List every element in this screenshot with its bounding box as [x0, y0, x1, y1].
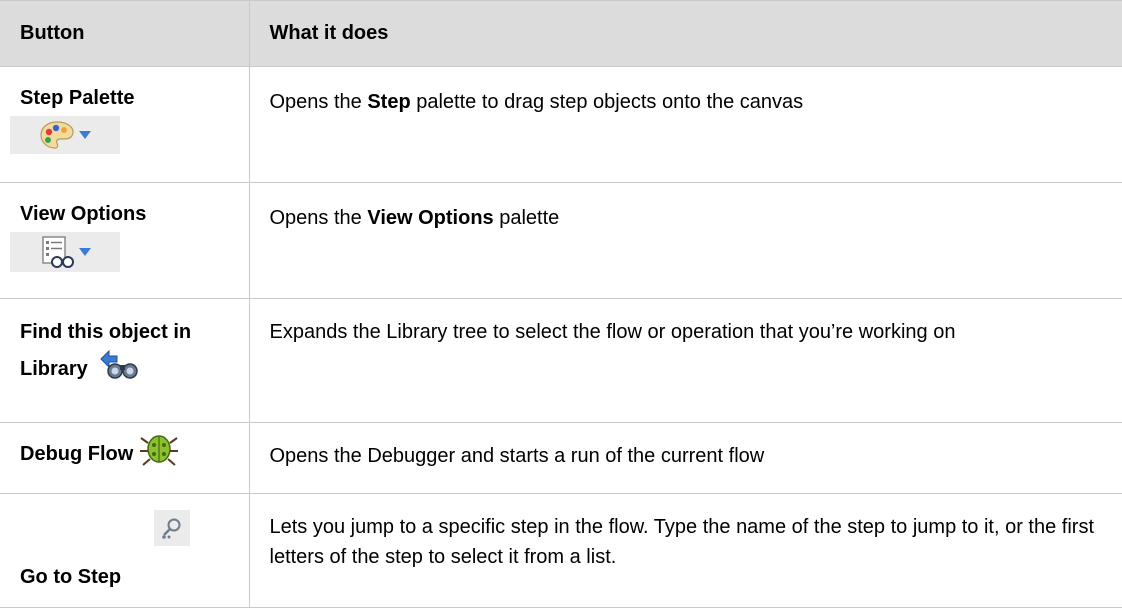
column-header-button: Button — [0, 0, 250, 67]
table-row: View Options Opens the View Options pale… — [0, 182, 1122, 299]
palette-icon — [40, 121, 74, 149]
description-text: Opens the Step palette to drag step obje… — [269, 91, 804, 113]
description-cell: Opens the Debugger and starts a run of t… — [248, 422, 1122, 494]
chevron-down-icon — [79, 248, 91, 256]
button-name: Step Palette — [20, 87, 135, 109]
description-text: Opens the View Options palette — [269, 207, 560, 229]
description-text: Expands the Library tree to select the f… — [269, 321, 956, 343]
view-options-button-image — [10, 232, 120, 272]
button-name: Go to Step — [20, 510, 249, 590]
table-row: Go to Step Lets you jump to a specific s… — [0, 493, 1122, 608]
table-row: Step Palette Opens the Step palette to d… — [0, 66, 1122, 183]
chevron-down-icon — [79, 131, 91, 139]
description-text: Opens the Debugger and starts a run of t… — [269, 445, 765, 467]
button-name: Debug Flow — [20, 429, 249, 467]
button-name: Find this object in Library — [20, 321, 192, 380]
step-palette-button-image — [10, 116, 120, 154]
column-header-what-it-does: What it does — [248, 0, 1122, 67]
debug-bug-icon — [139, 435, 178, 466]
table-row: Find this object in Library Expands the … — [0, 298, 1122, 423]
description-cell: Opens the Step palette to drag step obje… — [248, 66, 1122, 183]
description-cell: Opens the View Options palette — [248, 182, 1122, 299]
button-cell: Find this object in Library — [0, 298, 250, 423]
description-cell: Lets you jump to a specific step in the … — [248, 493, 1122, 608]
view-options-icon — [42, 236, 74, 268]
table-row: Debug Flow Opens the Debugger and starts… — [0, 422, 1122, 494]
go-to-step-icon — [162, 518, 181, 539]
binoculars-icon — [100, 349, 139, 379]
description-cell: Expands the Library tree to select the f… — [248, 298, 1122, 423]
button-cell: View Options — [0, 182, 250, 299]
button-cell: Go to Step — [0, 493, 250, 608]
button-cell: Step Palette — [0, 66, 250, 183]
go-to-step-button-image — [154, 510, 190, 546]
button-cell: Debug Flow — [0, 422, 250, 494]
button-name: View Options — [20, 203, 147, 225]
description-text: Lets you jump to a specific step in the … — [269, 516, 1095, 568]
table-header-row: Button What it does — [0, 0, 1122, 67]
toolbar-buttons-table: Button What it does Step Palette Opens t… — [0, 0, 1122, 608]
